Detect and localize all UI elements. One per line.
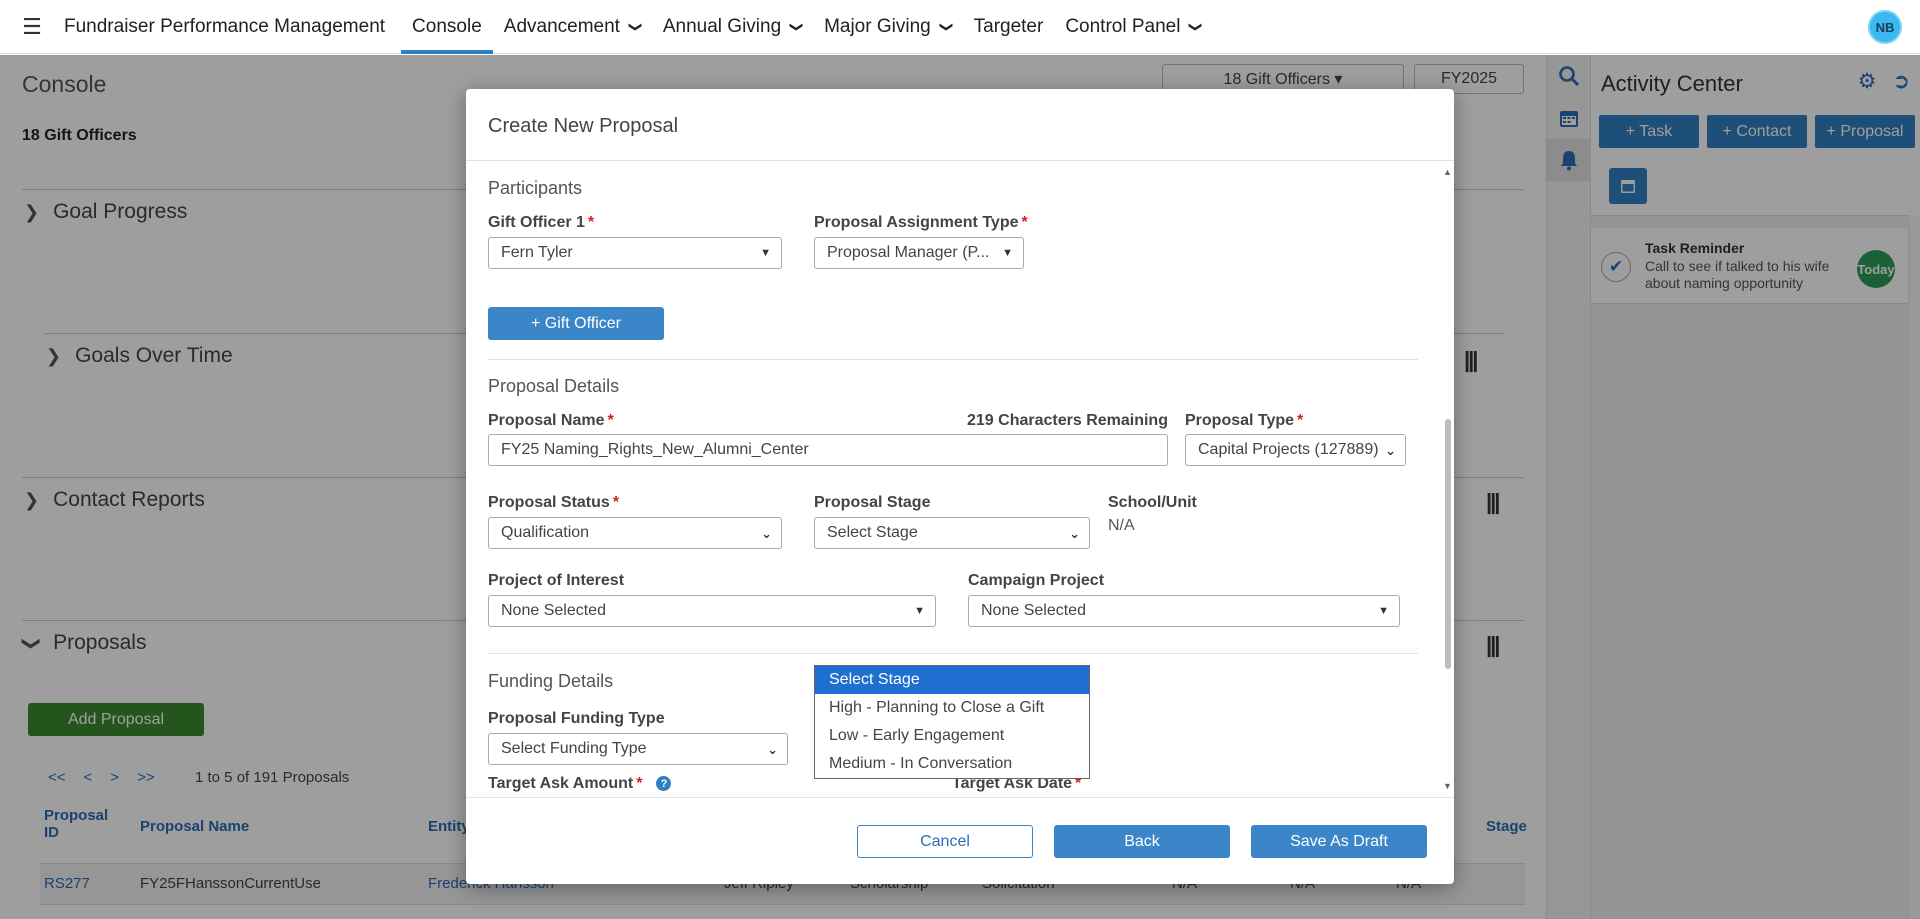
proposal-type-select[interactable]: Capital Projects (127889) ⌄ bbox=[1185, 434, 1406, 466]
proposal-name-label: Proposal Name * bbox=[488, 412, 614, 430]
divider bbox=[488, 653, 1418, 654]
assignment-type-label-text: Proposal Assignment Type bbox=[814, 214, 1019, 231]
nav-targeter-label: Targeter bbox=[973, 15, 1044, 37]
funding-type-value: Select Funding Type bbox=[501, 740, 647, 757]
user-avatar[interactable]: NB bbox=[1868, 10, 1902, 44]
target-ask-amount-label: Target Ask Amount *? bbox=[488, 775, 672, 793]
modal-scrollbar[interactable]: ▲ ▼ bbox=[1441, 161, 1454, 797]
proposal-status-select[interactable]: Qualification ⌄ bbox=[488, 517, 782, 549]
chevron-down-icon: ❯ bbox=[628, 21, 644, 32]
nav-console-label: Console bbox=[412, 15, 482, 37]
add-gift-officer-button[interactable]: + Gift Officer bbox=[488, 307, 664, 340]
caret-down-icon: ▼ bbox=[1378, 605, 1389, 617]
nav-advancement[interactable]: Advancement ❯ bbox=[493, 0, 652, 54]
hamburger-menu-icon[interactable]: ☰ bbox=[0, 0, 64, 54]
nav-targeter[interactable]: Targeter bbox=[963, 0, 1055, 54]
nav-control-panel[interactable]: Control Panel ❯ bbox=[1054, 0, 1212, 54]
chevron-down-icon: ⌄ bbox=[1382, 443, 1396, 459]
campaign-project-label: Campaign Project bbox=[968, 572, 1105, 589]
nav-annual-giving[interactable]: Annual Giving ❯ bbox=[652, 0, 813, 54]
caret-down-icon: ▼ bbox=[914, 605, 925, 617]
stage-dropdown-list: Select Stage High - Planning to Close a … bbox=[814, 665, 1090, 779]
back-button[interactable]: Back bbox=[1054, 825, 1230, 858]
gift-officer-select[interactable]: Fern Tyler ▼ bbox=[488, 237, 782, 269]
proposal-type-value: Capital Projects (127889) bbox=[1198, 441, 1379, 458]
stage-option[interactable]: High - Planning to Close a Gift bbox=[815, 694, 1089, 722]
nav-major-giving-label: Major Giving bbox=[824, 15, 931, 37]
stage-option[interactable]: Low - Early Engagement bbox=[815, 722, 1089, 750]
proposal-name-input[interactable]: FY25 Naming_Rights_New_Alumni_Center bbox=[488, 434, 1168, 466]
proposal-name-value: FY25 Naming_Rights_New_Alumni_Center bbox=[501, 441, 809, 458]
chevron-down-icon: ⌄ bbox=[767, 742, 778, 757]
create-proposal-modal: Create New Proposal Participants Gift Of… bbox=[466, 89, 1454, 884]
funding-type-select[interactable]: Select Funding Type ⌄ bbox=[488, 733, 788, 765]
nav-control-panel-label: Control Panel bbox=[1065, 15, 1181, 37]
required-marker: * bbox=[607, 412, 614, 429]
school-unit-label: School/Unit bbox=[1108, 494, 1197, 511]
proposal-type-label-text: Proposal Type bbox=[1185, 412, 1295, 429]
chevron-down-icon: ⌄ bbox=[761, 526, 772, 541]
project-of-interest-value: None Selected bbox=[501, 602, 606, 619]
gift-officer-label-text: Gift Officer 1 bbox=[488, 214, 585, 231]
required-marker: * bbox=[1021, 214, 1028, 231]
scroll-thumb[interactable] bbox=[1445, 419, 1451, 669]
caret-down-icon: ▼ bbox=[1002, 247, 1013, 259]
campaign-project-select[interactable]: None Selected ▼ bbox=[968, 595, 1400, 627]
nav-brand[interactable]: Fundraiser Performance Management bbox=[64, 0, 401, 54]
funding-details-heading: Funding Details bbox=[488, 671, 614, 691]
scroll-up-icon[interactable]: ▲ bbox=[1443, 167, 1452, 177]
project-of-interest-label: Project of Interest bbox=[488, 572, 625, 589]
top-navigation: ☰ Fundraiser Performance Management Cons… bbox=[0, 0, 1920, 54]
gift-officer-value: Fern Tyler bbox=[501, 244, 573, 261]
proposal-stage-select[interactable]: Select Stage ⌄ bbox=[814, 517, 1090, 549]
campaign-project-value: None Selected bbox=[981, 602, 1086, 619]
save-as-draft-button[interactable]: Save As Draft bbox=[1251, 825, 1427, 858]
proposal-stage-label: Proposal Stage bbox=[814, 494, 931, 511]
proposal-stage-value: Select Stage bbox=[827, 524, 918, 541]
gift-officer-label: Gift Officer 1 * bbox=[488, 214, 594, 232]
divider bbox=[488, 359, 1418, 360]
nav-advancement-label: Advancement bbox=[503, 15, 620, 37]
nav-major-giving[interactable]: Major Giving ❯ bbox=[813, 0, 963, 54]
funding-type-label: Proposal Funding Type bbox=[488, 710, 665, 727]
assignment-type-label: Proposal Assignment Type * bbox=[814, 214, 1028, 232]
participants-heading: Participants bbox=[488, 178, 583, 198]
required-marker: * bbox=[587, 214, 595, 231]
proposal-type-label: Proposal Type * bbox=[1185, 412, 1303, 430]
chevron-down-icon: ❯ bbox=[789, 21, 805, 32]
target-ask-amount-label-text: Target Ask Amount bbox=[488, 775, 634, 792]
assignment-type-value: Proposal Manager (P... bbox=[827, 244, 990, 261]
cancel-button[interactable]: Cancel bbox=[857, 825, 1033, 858]
school-unit-value: N/A bbox=[1108, 517, 1135, 534]
proposal-name-label-text: Proposal Name bbox=[488, 412, 605, 429]
help-icon[interactable]: ? bbox=[656, 776, 672, 792]
proposal-status-value: Qualification bbox=[501, 524, 590, 541]
chevron-down-icon: ❯ bbox=[939, 21, 955, 32]
characters-remaining: 219 Characters Remaining bbox=[967, 412, 1168, 429]
modal-footer: Cancel Back Save As Draft bbox=[466, 797, 1454, 884]
assignment-type-select[interactable]: Proposal Manager (P... ▼ bbox=[814, 237, 1024, 269]
proposal-details-heading: Proposal Details bbox=[488, 376, 620, 396]
project-of-interest-select[interactable]: None Selected ▼ bbox=[488, 595, 936, 627]
chevron-down-icon: ❯ bbox=[1188, 21, 1204, 32]
required-marker: * bbox=[636, 775, 643, 792]
caret-down-icon: ▼ bbox=[760, 247, 771, 259]
stage-option[interactable]: Select Stage bbox=[815, 666, 1089, 694]
stage-option[interactable]: Medium - In Conversation bbox=[815, 750, 1089, 778]
modal-title: Create New Proposal bbox=[488, 115, 679, 137]
proposal-status-label-text: Proposal Status bbox=[488, 494, 610, 511]
scroll-down-icon[interactable]: ▼ bbox=[1443, 781, 1452, 791]
nav-annual-giving-label: Annual Giving bbox=[662, 15, 782, 37]
required-marker: * bbox=[612, 494, 620, 511]
required-marker: * bbox=[1297, 412, 1304, 429]
chevron-down-icon: ⌄ bbox=[1069, 526, 1080, 541]
nav-console[interactable]: Console bbox=[401, 0, 493, 54]
proposal-status-label: Proposal Status * bbox=[488, 494, 619, 512]
